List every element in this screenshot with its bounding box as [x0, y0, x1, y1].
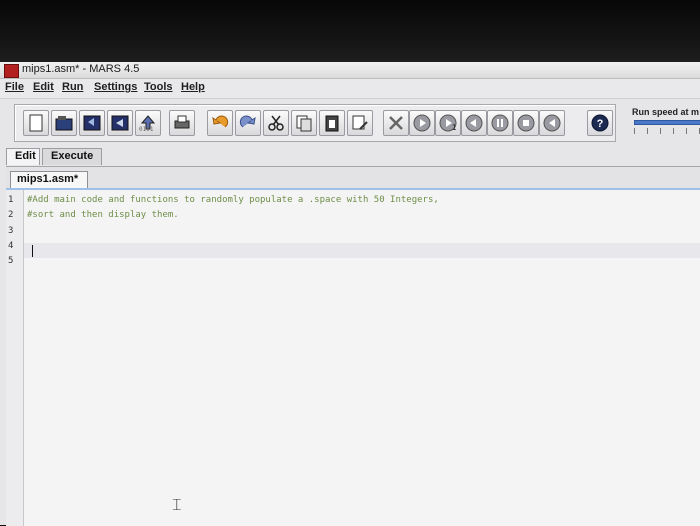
cut-button[interactable]	[263, 110, 289, 136]
save-button[interactable]	[79, 110, 105, 136]
step-label: 1	[452, 123, 457, 132]
redo-icon	[239, 115, 256, 128]
open-button[interactable]	[51, 110, 77, 136]
menu-tools[interactable]: Tools	[144, 81, 173, 93]
reset-button[interactable]	[539, 110, 565, 136]
paste-button[interactable]	[319, 110, 345, 136]
clear-icon	[389, 116, 403, 130]
save-as-button[interactable]	[107, 110, 133, 136]
new-icon	[29, 114, 43, 132]
code-editor[interactable]: #Add main code and functions to randomly…	[24, 190, 700, 526]
assemble-button[interactable]: 0101	[135, 110, 161, 136]
mars-window: mips1.asm* - MARS 4.5 File Edit Run Sett…	[0, 62, 700, 526]
run-speed-ticks	[634, 128, 700, 134]
open-icon	[55, 116, 73, 131]
step-button[interactable]: 1	[435, 110, 461, 136]
pause-button[interactable]	[487, 110, 513, 136]
paste-icon	[325, 115, 339, 132]
app-icon	[4, 64, 19, 78]
menu-settings[interactable]: Settings	[94, 81, 137, 93]
help-button[interactable]: ?	[587, 110, 613, 136]
line-number-gutter: 1 2 3 4 5	[6, 190, 24, 526]
backstep-icon	[465, 114, 483, 132]
backstep-button[interactable]	[461, 110, 487, 136]
toolbar: 0101 1 ?	[14, 104, 616, 142]
tab-edit[interactable]: Edit	[6, 148, 40, 165]
redo-button[interactable]	[235, 110, 261, 136]
menu-run[interactable]: Run	[62, 81, 83, 93]
new-button[interactable]	[23, 110, 49, 136]
file-tab-mips1[interactable]: mips1.asm*	[10, 171, 88, 188]
find-replace-icon	[352, 115, 368, 130]
line-number: 3	[8, 226, 14, 236]
copy-button[interactable]	[291, 110, 317, 136]
cut-icon	[268, 115, 284, 131]
run-speed-slider[interactable]	[634, 120, 700, 125]
stop-button[interactable]	[513, 110, 539, 136]
copy-icon	[296, 115, 312, 132]
editor-panel: mips1.asm* 1 2 3 4 5 #Add main code and …	[6, 166, 700, 526]
current-line-highlight	[24, 243, 700, 258]
title-bar[interactable]: mips1.asm* - MARS 4.5	[0, 62, 700, 79]
reset-icon	[543, 114, 561, 132]
window-title: mips1.asm* - MARS 4.5	[22, 63, 140, 75]
line-number: 4	[8, 241, 14, 251]
code-line: #Add main code and functions to randomly…	[27, 195, 439, 205]
line-number: 1	[8, 195, 14, 205]
menu-file[interactable]: File	[5, 81, 24, 93]
save-icon	[83, 115, 101, 131]
clear-button[interactable]	[383, 110, 409, 136]
run-speed-label: Run speed at m	[632, 107, 700, 117]
print-icon	[174, 115, 190, 129]
pause-icon	[491, 114, 509, 132]
print-button[interactable]	[169, 110, 195, 136]
menu-edit[interactable]: Edit	[33, 81, 54, 93]
ibeam-cursor-icon: ⌶	[172, 495, 182, 514]
monitor-bezel	[0, 0, 700, 62]
line-number: 5	[8, 256, 14, 266]
svg-text:?: ?	[597, 118, 604, 130]
tab-execute[interactable]: Execute	[42, 148, 102, 165]
find-replace-button[interactable]	[347, 110, 373, 136]
menu-bar: File Edit Run Settings Tools Help	[0, 79, 700, 99]
menu-help[interactable]: Help	[181, 81, 205, 93]
code-line: #sort and then display them.	[27, 210, 179, 220]
run-icon	[413, 114, 431, 132]
undo-icon	[212, 115, 229, 128]
stop-icon	[517, 114, 535, 132]
help-icon: ?	[591, 114, 609, 132]
run-button[interactable]	[409, 110, 435, 136]
line-number: 2	[8, 210, 14, 220]
dump-label: 0101	[139, 126, 154, 133]
text-caret	[32, 245, 33, 257]
save-as-icon	[111, 115, 129, 131]
undo-button[interactable]	[207, 110, 233, 136]
